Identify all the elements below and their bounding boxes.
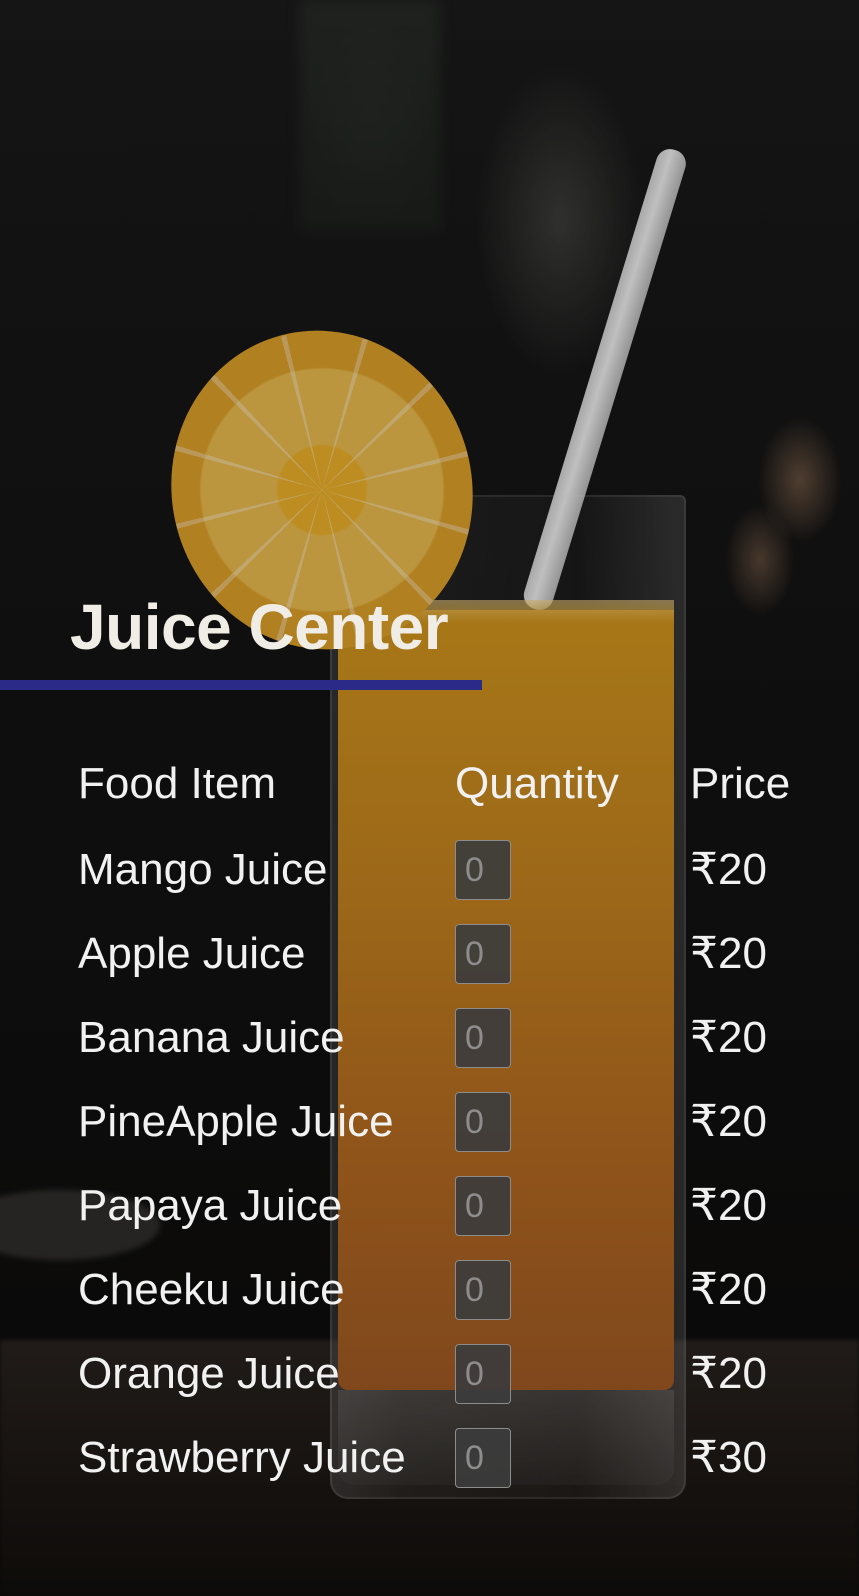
item-name: Papaya Juice [78, 1181, 343, 1230]
quantity-input-apple[interactable] [455, 924, 511, 984]
item-name: PineApple Juice [78, 1097, 394, 1146]
title-underline [0, 680, 482, 690]
quantity-input-banana[interactable] [455, 1008, 511, 1068]
item-price: ₹20 [690, 1013, 767, 1062]
table-row-banana: Banana Juice ₹20 [78, 1008, 838, 1092]
quantity-input-strawberry[interactable] [455, 1428, 511, 1488]
item-name: Apple Juice [78, 929, 306, 978]
quantity-input-orange[interactable] [455, 1344, 511, 1404]
item-name: Orange Juice [78, 1349, 340, 1398]
page-title: Juice Center [70, 591, 449, 663]
item-price: ₹20 [690, 1097, 767, 1146]
quantity-input-cheeku[interactable] [455, 1260, 511, 1320]
table-row-orange: Orange Juice ₹20 [78, 1344, 838, 1428]
item-price: ₹20 [690, 1181, 767, 1230]
menu-panel: Juice Center Food Item Quantity Price Ma… [0, 0, 859, 1596]
quantity-input-mango[interactable] [455, 840, 511, 900]
item-name: Mango Juice [78, 845, 328, 894]
item-price: ₹20 [690, 845, 767, 894]
table-row-papaya: Papaya Juice ₹20 [78, 1176, 838, 1260]
item-price: ₹30 [690, 1433, 767, 1482]
header-quantity: Quantity [455, 759, 619, 808]
quantity-input-papaya[interactable] [455, 1176, 511, 1236]
table-row-apple: Apple Juice ₹20 [78, 924, 838, 1008]
quantity-input-pineapple[interactable] [455, 1092, 511, 1152]
table-row-strawberry: Strawberry Juice ₹30 [78, 1428, 838, 1512]
item-price: ₹20 [690, 929, 767, 978]
item-name: Strawberry Juice [78, 1433, 406, 1482]
table-row-mango: Mango Juice ₹20 [78, 840, 838, 924]
header-price: Price [690, 759, 791, 808]
item-name: Banana Juice [78, 1013, 345, 1062]
header-food-item: Food Item [78, 759, 277, 808]
item-name: Cheeku Juice [78, 1265, 345, 1314]
table-header-row: Food Item Quantity Price [78, 756, 838, 840]
table-row-pineapple: PineApple Juice ₹20 [78, 1092, 838, 1176]
menu-table: Food Item Quantity Price Mango Juice ₹20… [78, 756, 838, 1512]
item-price: ₹20 [690, 1265, 767, 1314]
table-row-cheeku: Cheeku Juice ₹20 [78, 1260, 838, 1344]
item-price: ₹20 [690, 1349, 767, 1398]
